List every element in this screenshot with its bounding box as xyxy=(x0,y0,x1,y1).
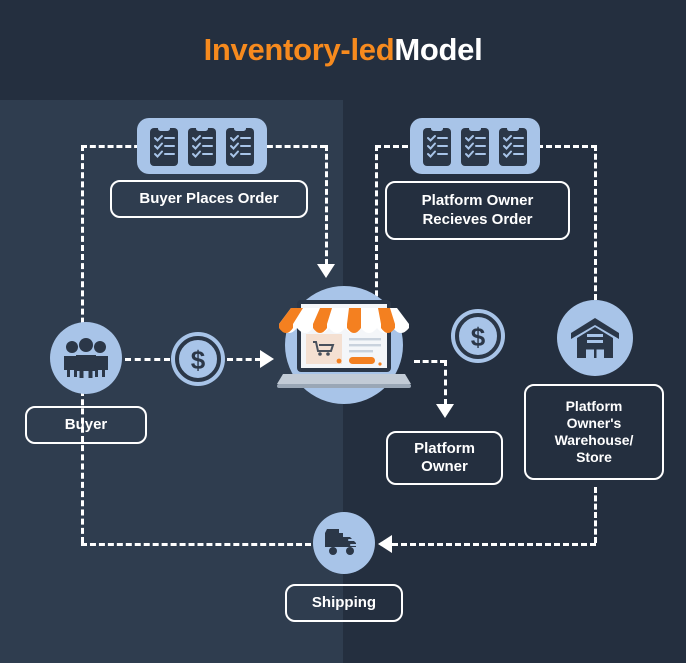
connector-warehouse-up xyxy=(594,145,597,300)
buyer-box[interactable]: Buyer xyxy=(25,406,147,444)
connector-warehouse-down xyxy=(594,487,597,543)
online-storefront xyxy=(277,286,411,404)
buyer-places-order-box[interactable]: Buyer Places Order xyxy=(110,180,308,218)
connector-warehouse-to-shipping xyxy=(392,543,596,546)
page-title: Inventory-ledModel xyxy=(204,32,483,68)
platform-owner-receives-order-box[interactable]: Platform Owner Recieves Order xyxy=(385,181,570,240)
dollar-coin-right: $ xyxy=(450,308,506,364)
platform-owner-receives-order-label: Platform Owner Recieves Order xyxy=(421,192,534,228)
connector-shipping-to-buyer xyxy=(81,543,311,546)
platform-owner-label: Platform Owner xyxy=(414,439,475,475)
shipping-box[interactable]: Shipping xyxy=(285,584,403,622)
diagram-canvas: Inventory-ledModel Buyer Places Order Pl… xyxy=(0,0,686,663)
online-storefront-icon xyxy=(273,294,415,398)
shipping-label: Shipping xyxy=(311,593,377,611)
warehouse-icon-badge xyxy=(557,300,633,376)
group-of-people-icon xyxy=(63,338,109,378)
svg-text:$: $ xyxy=(191,345,206,375)
buyer-places-order-label: Buyer Places Order xyxy=(139,189,279,207)
platform-owner-warehouse-box[interactable]: Platform Owner's Warehouse/ Store xyxy=(524,384,664,480)
title-accent: Inventory-led xyxy=(203,32,395,67)
connector-buyer-to-coin xyxy=(125,358,170,361)
title-plain: Model xyxy=(394,32,483,67)
buyer-label: Buyer xyxy=(64,415,108,433)
dollar-coin-left: $ xyxy=(170,331,226,387)
connector-coin-to-shop xyxy=(227,358,261,361)
header: Inventory-ledModel xyxy=(0,0,686,100)
buyer-icon-badge xyxy=(50,322,122,394)
arrow-order-into-shop xyxy=(317,264,335,278)
platform-owner-box[interactable]: Platform Owner xyxy=(386,431,503,485)
connector-shop-right xyxy=(414,360,446,363)
warehouse-icon xyxy=(570,316,620,360)
connector-order-down xyxy=(325,145,328,265)
delivery-truck-icon xyxy=(323,527,365,559)
clipboards-badge-left xyxy=(137,118,267,174)
platform-owner-warehouse-label: Platform Owner's Warehouse/ Store xyxy=(554,397,634,466)
connector-shop-to-owner-down xyxy=(444,360,447,405)
shipping-icon-badge xyxy=(313,512,375,574)
arrow-payment-into-shop xyxy=(260,350,274,368)
clipboards-badge-right xyxy=(410,118,540,174)
clipboards-icon xyxy=(421,124,529,168)
clipboards-icon xyxy=(148,124,256,168)
svg-text:$: $ xyxy=(471,322,486,352)
arrow-into-shipping xyxy=(378,535,392,553)
arrow-into-platform-owner xyxy=(436,404,454,418)
